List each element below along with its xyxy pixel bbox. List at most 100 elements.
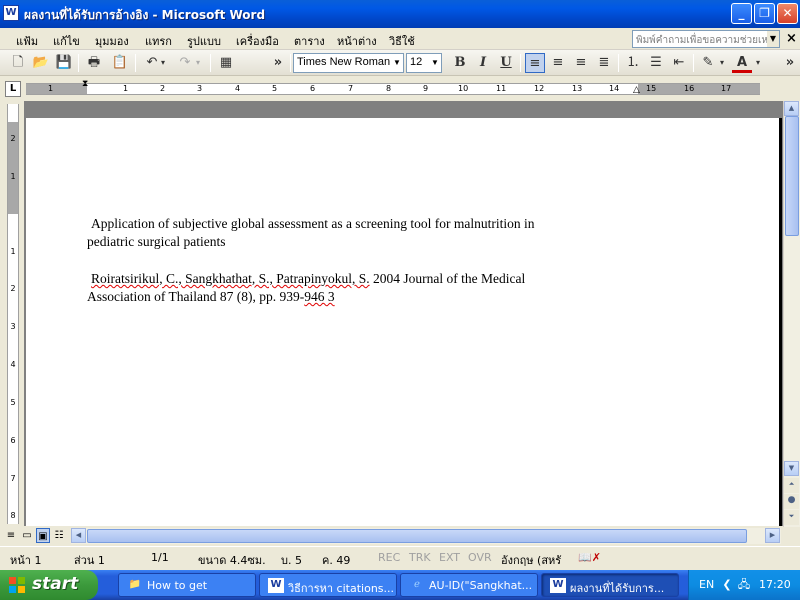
close-button[interactable]: ✕ bbox=[777, 3, 798, 24]
align-left-icon[interactable]: ≡ bbox=[525, 53, 545, 73]
menu-window[interactable]: หน้าต่าง bbox=[337, 32, 377, 50]
title-bar[interactable]: W ผลงานที่ได้รับการอ้างอิง - Microsoft W… bbox=[0, 0, 800, 28]
align-right-icon[interactable]: ≡ bbox=[571, 53, 591, 73]
ruler-label: 2 bbox=[160, 84, 166, 93]
ruler-label: 7 bbox=[348, 84, 354, 93]
menu-format[interactable]: รูปแบบ bbox=[187, 32, 221, 50]
font-color-dropdown-icon[interactable]: ▾ bbox=[753, 53, 763, 73]
menu-insert[interactable]: แทรก bbox=[145, 32, 172, 50]
toolbar-overflow-right-icon[interactable]: » bbox=[780, 53, 800, 73]
ruler-label: 11 bbox=[496, 84, 507, 93]
redo-icon[interactable]: ↷ bbox=[175, 53, 195, 73]
status-trk[interactable]: TRK bbox=[409, 551, 431, 564]
save-icon[interactable]: 💾 bbox=[54, 53, 74, 73]
font-color-icon[interactable]: A bbox=[732, 53, 752, 73]
vertical-scrollbar[interactable]: ▲ ▼ ⏶ ● ⏷ bbox=[783, 101, 800, 527]
taskbar-item[interactable]: ℯ AU-ID("Sangkhat... bbox=[400, 573, 538, 597]
paste-icon[interactable]: 📋 bbox=[110, 53, 130, 73]
font-name-select[interactable]: Times New Roman ▼ bbox=[293, 53, 404, 73]
menu-view[interactable]: มุมมอง bbox=[95, 32, 129, 50]
document-area: Application of subjective global assessm… bbox=[24, 101, 783, 526]
scroll-up-icon[interactable]: ▲ bbox=[784, 101, 799, 116]
web-layout-icon[interactable]: ▭ bbox=[20, 528, 34, 543]
new-document-icon[interactable]: 🗋 bbox=[8, 53, 28, 73]
right-indent-marker[interactable]: △ bbox=[633, 85, 640, 95]
taskbar-item[interactable]: W วิธีการหา citations... bbox=[259, 573, 397, 597]
language-indicator[interactable]: EN bbox=[699, 578, 714, 591]
help-dropdown-icon[interactable]: ▼ bbox=[767, 31, 779, 47]
status-ovr[interactable]: OVR bbox=[468, 551, 492, 564]
menu-edit[interactable]: แก้ไข bbox=[53, 32, 80, 50]
toolbar-overflow-icon[interactable]: » bbox=[268, 53, 288, 73]
document-page[interactable]: Application of subjective global assessm… bbox=[26, 118, 782, 526]
menu-tools[interactable]: เครื่องมือ bbox=[236, 32, 279, 50]
status-line: บ. 5 bbox=[281, 554, 302, 567]
tray-arrow-icon[interactable]: ❮ bbox=[719, 577, 735, 593]
justify-icon[interactable]: ≣ bbox=[594, 53, 614, 73]
outline-view-icon[interactable]: ☷ bbox=[52, 528, 66, 543]
ruler-label: 12 bbox=[534, 84, 545, 93]
table-icon[interactable]: ▦ bbox=[216, 53, 236, 73]
status-position: ขนาด 4.4ซม. bbox=[198, 554, 266, 567]
vertical-scroll-thumb[interactable] bbox=[785, 116, 799, 236]
journal-details: Association of Thailand 87 (8), pp. 939- bbox=[87, 289, 305, 304]
bold-button[interactable]: B bbox=[450, 53, 470, 73]
minimize-button[interactable]: _ bbox=[731, 3, 752, 24]
citation-authors: Roiratsirikul, C., Sangkhathat, S., Patr… bbox=[87, 270, 647, 306]
horizontal-scroll-thumb[interactable] bbox=[87, 529, 747, 543]
normal-view-icon[interactable]: ≡ bbox=[4, 528, 18, 543]
numbering-icon[interactable]: ⒈ bbox=[623, 53, 643, 73]
italic-button[interactable]: I bbox=[473, 53, 493, 73]
taskbar-item-active[interactable]: W ผลงานที่ได้รับการ... bbox=[541, 573, 679, 597]
horizontal-scrollbar[interactable]: ◀ ▶ bbox=[71, 528, 781, 544]
font-name-dropdown-icon[interactable]: ▼ bbox=[391, 54, 403, 72]
start-button[interactable]: start bbox=[0, 570, 98, 600]
spelling-status-icon[interactable]: 📖✗ bbox=[578, 551, 601, 564]
status-ext[interactable]: EXT bbox=[439, 551, 460, 564]
undo-dropdown-icon[interactable]: ▾ bbox=[158, 53, 168, 73]
restore-button[interactable]: ❐ bbox=[754, 3, 775, 24]
status-column: ค. 49 bbox=[322, 554, 351, 567]
start-label: start bbox=[32, 574, 79, 594]
redo-dropdown-icon[interactable]: ▾ bbox=[193, 53, 203, 73]
font-size-value: 12 bbox=[410, 56, 423, 68]
underline-button[interactable]: U bbox=[496, 53, 516, 73]
menu-help[interactable]: วิธีใช้ bbox=[389, 32, 415, 50]
scroll-right-icon[interactable]: ▶ bbox=[765, 528, 780, 543]
word-app-icon[interactable]: W bbox=[3, 5, 19, 21]
vertical-ruler[interactable]: 2 1 1 2 3 4 5 6 7 8 bbox=[7, 104, 19, 524]
ruler-label: 3 bbox=[197, 84, 203, 93]
status-page: หน้า 1 bbox=[10, 554, 42, 567]
print-icon[interactable]: 🖶 bbox=[84, 53, 104, 73]
scroll-down-icon[interactable]: ▼ bbox=[784, 461, 799, 476]
help-question-input[interactable]: พิมพ์คำถามเพื่อขอความช่วยเหลือ ▼ bbox=[632, 30, 780, 48]
citation-title-line: pediatric surgical patients bbox=[87, 234, 226, 249]
highlight-icon[interactable]: ✎ bbox=[698, 53, 718, 73]
horizontal-ruler[interactable]: 1 1 2 3 4 5 6 7 8 9 10 11 12 13 14 15 16… bbox=[26, 79, 760, 95]
word-window: W ผลงานที่ได้รับการอ้างอิง - Microsoft W… bbox=[0, 0, 800, 570]
font-size-dropdown-icon[interactable]: ▼ bbox=[429, 54, 441, 72]
tab-selector-button[interactable]: L bbox=[5, 81, 21, 97]
previous-page-icon[interactable]: ⏶ bbox=[784, 478, 799, 493]
open-folder-icon[interactable]: 📂 bbox=[31, 53, 51, 73]
bullets-icon[interactable]: ☰ bbox=[646, 53, 666, 73]
network-icon[interactable]: 🖧 bbox=[736, 577, 752, 593]
author-names: Roiratsirikul, C., Sangkhathat, S., Patr… bbox=[91, 271, 370, 286]
first-line-indent-marker[interactable]: ⧗ bbox=[82, 79, 88, 89]
horizontal-scroll-row: ≡ ▭ ▣ ☷ ◀ ▶ bbox=[0, 527, 800, 545]
select-browse-object-icon[interactable]: ● bbox=[784, 494, 799, 509]
font-size-select[interactable]: 12 ▼ bbox=[406, 53, 442, 73]
scroll-left-icon[interactable]: ◀ bbox=[71, 528, 86, 543]
ruler-label: 2 bbox=[10, 284, 16, 293]
print-layout-icon[interactable]: ▣ bbox=[36, 528, 50, 543]
menu-table[interactable]: ตาราง bbox=[294, 32, 325, 50]
align-center-icon[interactable]: ≡ bbox=[548, 53, 568, 73]
taskbar-item[interactable]: 📁 How to get bbox=[118, 573, 256, 597]
ruler-label: 1 bbox=[123, 84, 129, 93]
next-page-icon[interactable]: ⏷ bbox=[784, 510, 799, 525]
status-rec[interactable]: REC bbox=[378, 551, 400, 564]
outdent-icon[interactable]: ⇤ bbox=[669, 53, 689, 73]
document-close-button[interactable]: × bbox=[786, 31, 797, 46]
menu-file[interactable]: แฟ้ม bbox=[16, 32, 38, 50]
highlight-dropdown-icon[interactable]: ▾ bbox=[717, 53, 727, 73]
